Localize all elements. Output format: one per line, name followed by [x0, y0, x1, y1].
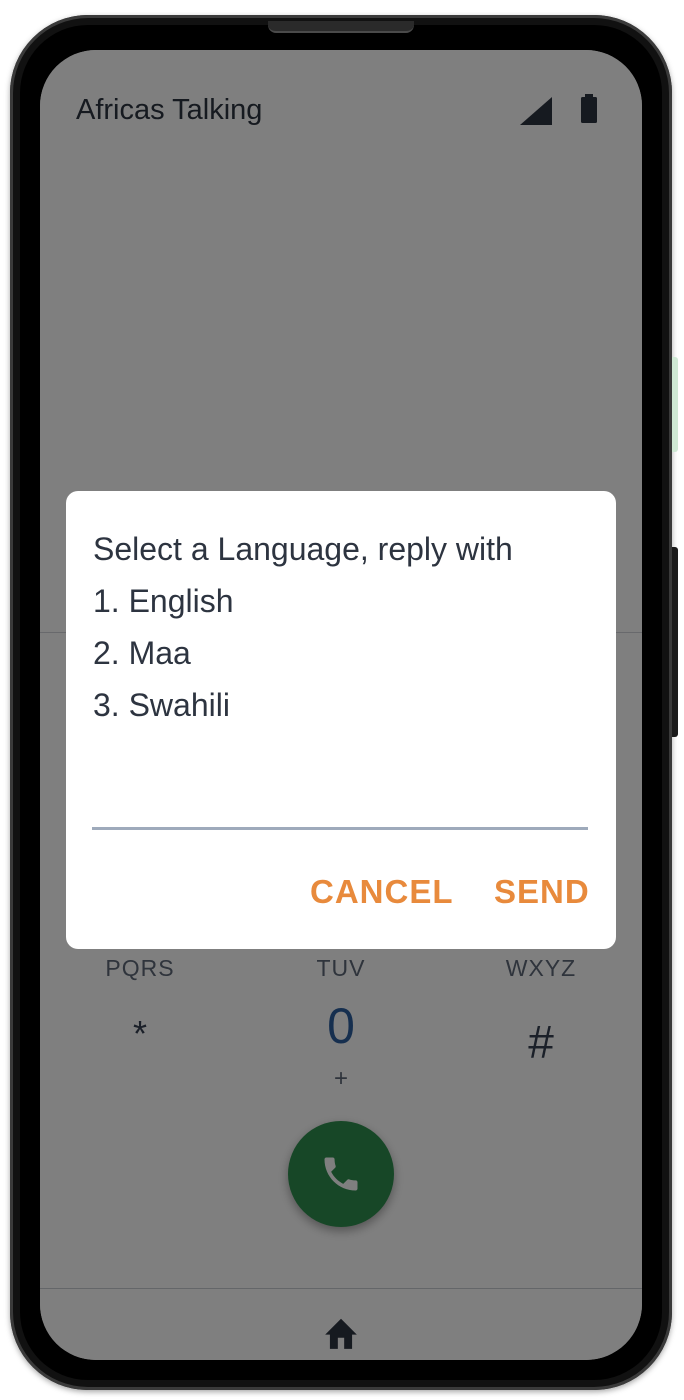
- reply-input[interactable]: [92, 777, 588, 830]
- power-button: [672, 357, 678, 452]
- phone-frame: Africas Talking PQRS * TUV 0 + WXYZ #: [10, 15, 678, 1390]
- message-line: Select a Language, reply with: [93, 531, 513, 567]
- send-button[interactable]: SEND: [494, 873, 590, 911]
- dialog-message: Select a Language, reply with 1. English…: [93, 523, 593, 731]
- message-line: 1. English: [93, 583, 234, 619]
- dialog-actions: CANCEL SEND: [66, 873, 616, 923]
- volume-button: [672, 547, 678, 737]
- ussd-dialog: Select a Language, reply with 1. English…: [66, 491, 616, 949]
- message-line: 2. Maa: [93, 635, 191, 671]
- speaker-grille: [268, 21, 414, 33]
- cancel-button[interactable]: CANCEL: [310, 873, 454, 911]
- message-line: 3. Swahili: [93, 687, 230, 723]
- phone-screen: Africas Talking PQRS * TUV 0 + WXYZ #: [40, 50, 642, 1360]
